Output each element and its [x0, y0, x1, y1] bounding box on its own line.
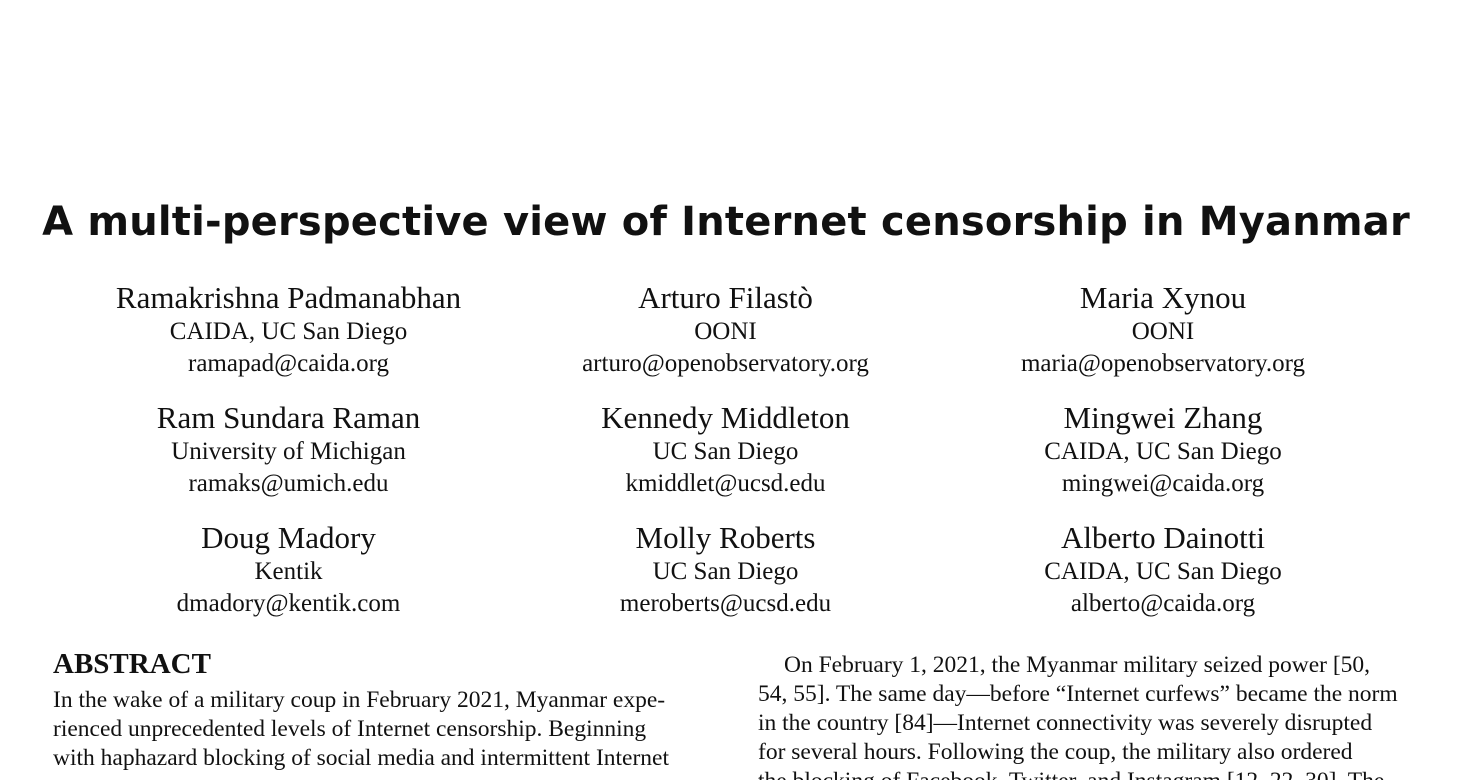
text-line: 54, 55]. The same day—before “Internet c… [758, 681, 1398, 707]
text-line: rienced unprecedented levels of Internet… [53, 716, 647, 742]
author-email: kmiddlet@ucsd.edu [625, 470, 826, 497]
author-affiliation: UC San Diego [652, 558, 799, 585]
paper-page: A multi-perspective view of Internet cen… [0, 0, 1480, 780]
author-entry: Kennedy Middleton UC San Diego kmiddlet@… [507, 400, 944, 500]
author-email: ramapad@caida.org [188, 350, 389, 377]
author-affiliation: CAIDA, UC San Diego [1044, 558, 1282, 585]
author-affiliation: CAIDA, UC San Diego [1044, 438, 1282, 465]
author-affiliation: OONI [1131, 318, 1195, 345]
author-email: ramaks@umich.edu [188, 470, 389, 497]
text-line: In the wake of a military coup in Februa… [53, 687, 666, 713]
author-affiliation: CAIDA, UC San Diego [169, 318, 408, 345]
author-name: Ramakrishna Padmanabhan [115, 280, 462, 315]
author-affiliation: University of Michigan [171, 438, 406, 465]
intro-text: On February 1, 2021, the Myanmar militar… [758, 651, 1399, 780]
author-entry: Alberto Dainotti CAIDA, UC San Diego alb… [944, 520, 1382, 620]
abstract-text: In the wake of a military coup in Februa… [53, 686, 694, 773]
author-entry: Doug Madory Kentik dmadory@kentik.com [70, 520, 507, 620]
author-entry: Maria Xynou OONI maria@openobservatory.o… [944, 280, 1382, 380]
author-name: Maria Xynou [1079, 280, 1247, 315]
author-email: alberto@caida.org [1070, 590, 1256, 617]
author-email: arturo@openobservatory.org [582, 350, 869, 377]
author-email: dmadory@kentik.com [176, 590, 401, 617]
author-entry: Ram Sundara Raman University of Michigan… [70, 400, 507, 500]
author-entry: Arturo Filastò OONI arturo@openobservato… [507, 280, 944, 380]
text-line: in the country [84]—Internet connectivit… [758, 710, 1373, 736]
author-entry: Ramakrishna Padmanabhan CAIDA, UC San Di… [70, 280, 507, 380]
author-affiliation: Kentik [254, 558, 323, 585]
text-line: with haphazard blocking of social media … [53, 745, 670, 771]
author-affiliation: UC San Diego [652, 438, 799, 465]
author-email: maria@openobservatory.org [1020, 350, 1306, 377]
author-name: Mingwei Zhang [1063, 400, 1263, 435]
author-name: Kennedy Middleton [601, 400, 850, 435]
text-line: On February 1, 2021, the Myanmar militar… [784, 652, 1371, 678]
author-affiliation: OONI [694, 318, 757, 345]
paper-title: A multi-perspective view of Internet cen… [42, 199, 1410, 245]
author-email: mingwei@caida.org [1061, 470, 1265, 497]
abstract-heading: ABSTRACT [53, 648, 211, 680]
author-entry: Molly Roberts UC San Diego meroberts@ucs… [507, 520, 944, 620]
author-name: Molly Roberts [635, 520, 816, 555]
author-entry: Mingwei Zhang CAIDA, UC San Diego mingwe… [944, 400, 1382, 500]
author-name: Ram Sundara Raman [156, 400, 421, 435]
author-email: meroberts@ucsd.edu [619, 590, 832, 617]
text-line: for several hours. Following the coup, t… [758, 739, 1353, 765]
author-name: Arturo Filastò [638, 280, 813, 315]
text-line: the blocking of Facebook, Twitter, and I… [758, 767, 1399, 780]
author-name: Doug Madory [201, 520, 376, 555]
author-block: Ramakrishna Padmanabhan CAIDA, UC San Di… [70, 280, 1382, 620]
author-name: Alberto Dainotti [1060, 520, 1266, 555]
